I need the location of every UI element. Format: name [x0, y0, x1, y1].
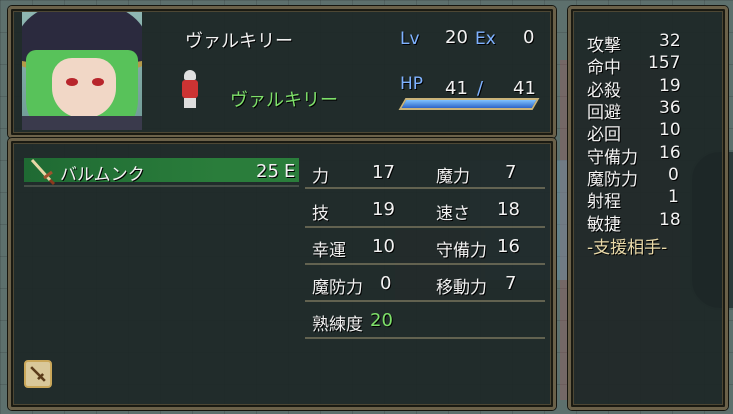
- combat-value-hit: 157: [648, 53, 681, 73]
- exp-label: Ex: [475, 29, 496, 49]
- weapon-name: バルムンク: [60, 165, 145, 185]
- combat-label-rng: 射程: [587, 192, 621, 212]
- stat-value-def: 16: [497, 236, 520, 257]
- stat-value-mag: 7: [505, 162, 517, 183]
- stat-value-str: 17: [372, 162, 395, 183]
- combat-value-agi: 18: [659, 210, 681, 230]
- combat-value-atk: 32: [659, 31, 681, 51]
- combat-value-crit: 19: [659, 76, 681, 96]
- combat-value-res: 0: [668, 165, 679, 185]
- unit-portrait: [22, 12, 142, 130]
- stat-value-wexp: 20: [370, 310, 393, 331]
- unit-map-sprite: [178, 70, 202, 110]
- level-value: 20: [445, 27, 468, 48]
- stat-divider: [305, 263, 545, 265]
- stat-label-lck: 幸運: [312, 241, 346, 261]
- sword-icon: [30, 158, 56, 186]
- combat-label-hit: 命中: [587, 58, 621, 78]
- unit-class: ヴァルキリー: [230, 90, 338, 111]
- stat-label-def: 守備力: [436, 241, 487, 261]
- hp-bar-fill: [401, 100, 537, 108]
- weapon-uses: 25: [256, 161, 279, 182]
- stat-value-spd: 18: [497, 199, 520, 220]
- stat-label-mov: 移動力: [436, 278, 487, 298]
- hp-bar: [398, 98, 540, 110]
- stat-label-str: 力: [312, 167, 329, 187]
- combat-value-rng: 1: [668, 187, 679, 207]
- hp-separator: /: [477, 78, 484, 99]
- unit-name: ヴァルキリー: [185, 31, 293, 52]
- stat-label-res: 魔防力: [312, 278, 363, 298]
- stat-value-res: 0: [380, 273, 392, 294]
- hp-label: HP: [400, 74, 424, 94]
- sword-type-icon: [24, 360, 52, 388]
- stat-value-skl: 19: [372, 199, 395, 220]
- hp-current: 41: [445, 78, 468, 99]
- combat-value-avo: 36: [659, 98, 681, 118]
- weapon-slot-divider: [24, 185, 299, 187]
- stat-label-mag: 魔力: [436, 167, 470, 187]
- stat-divider: [305, 187, 545, 189]
- level-label: Lv: [400, 29, 420, 49]
- combat-label-ddg: 必回: [587, 125, 621, 145]
- stat-label-wexp: 熟練度: [312, 315, 363, 335]
- combat-value-ddg: 10: [659, 120, 681, 140]
- stat-label-spd: 速さ: [436, 204, 470, 224]
- hp-max: 41: [513, 78, 536, 99]
- combat-value-def: 16: [659, 143, 681, 163]
- exp-value: 0: [523, 27, 535, 48]
- stat-divider: [305, 300, 545, 302]
- stat-divider: [305, 337, 545, 339]
- stat-value-mov: 7: [505, 273, 517, 294]
- stat-value-lck: 10: [372, 236, 395, 257]
- stat-divider: [305, 226, 545, 228]
- weapon-equipped-mark: E: [284, 161, 296, 182]
- support-header: -支援相手-: [587, 238, 668, 258]
- combat-label-agi: 敏捷: [587, 215, 621, 235]
- stat-label-skl: 技: [312, 204, 329, 224]
